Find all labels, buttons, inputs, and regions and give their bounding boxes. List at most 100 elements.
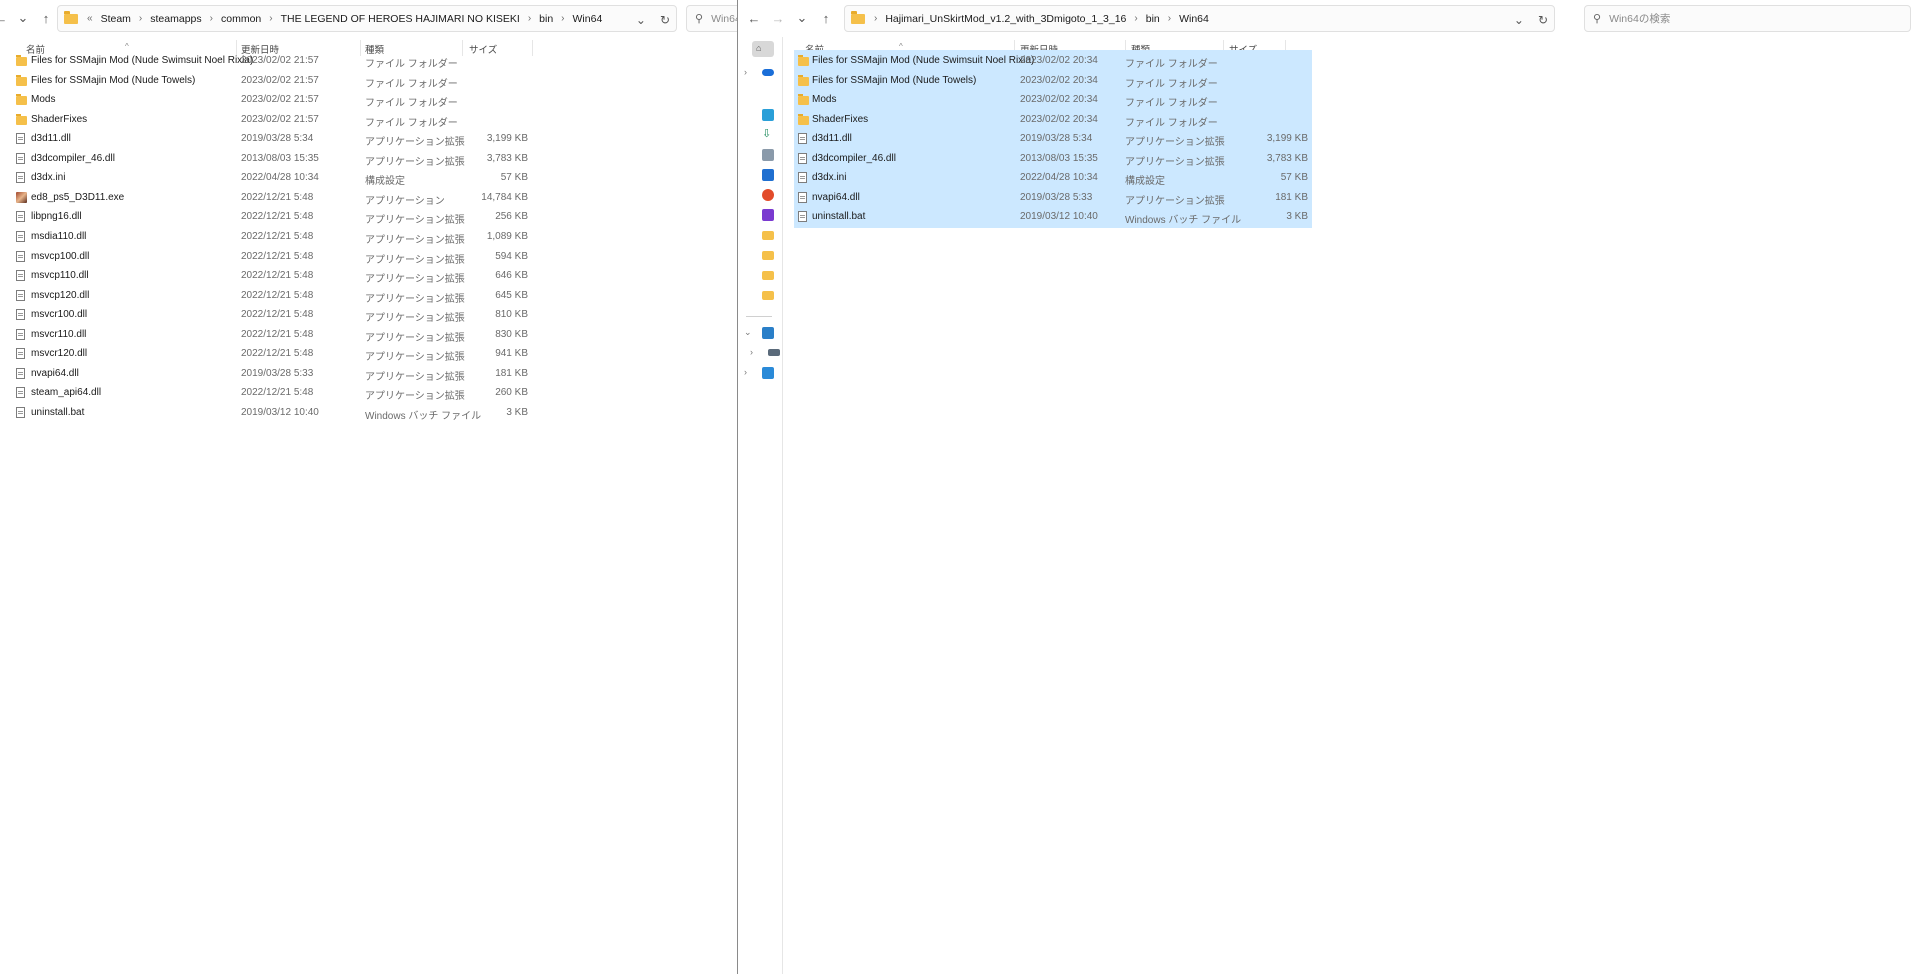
nav-pictures[interactable]	[744, 167, 784, 183]
cell-type: ファイル フォルダー	[365, 78, 458, 90]
nav-folder-3[interactable]	[744, 267, 784, 283]
nav-network[interactable]: ›	[744, 365, 784, 381]
up-button[interactable]: ↑	[35, 8, 57, 28]
search-input[interactable]: ⚲ Win64の検索	[1584, 5, 1911, 32]
folder-icon	[798, 94, 809, 106]
cell-date: 2022/12/21 5:48	[241, 289, 314, 301]
recent-locations-button[interactable]: ⌄	[791, 8, 813, 28]
breadcrumb-item[interactable]: Hajimari_UnSkirtMod_v1.2_with_3Dmigoto_1…	[882, 13, 1129, 25]
breadcrumb: Hajimari_UnSkirtMod_v1.2_with_3Dmigoto_1…	[882, 13, 1212, 25]
up-button[interactable]: ↑	[815, 8, 837, 28]
refresh-icon[interactable]: ↻	[660, 13, 670, 27]
cell-date: 2023/02/02 20:34	[1020, 94, 1098, 106]
address-bar[interactable]: « Steam › steamapps › common › THE LEGEND OF H…	[57, 5, 677, 32]
breadcrumb-separator[interactable]: ›	[556, 13, 569, 24]
cell-type: ファイル フォルダー	[1125, 98, 1218, 110]
desktop-icon	[762, 109, 774, 121]
cell-name: Files for SSMajin Mod (Nude Towels)	[31, 74, 196, 86]
cell-size: 830 KB	[495, 328, 528, 340]
breadcrumb-item[interactable]: Win64	[570, 13, 606, 25]
cell-size: 3,783 KB	[1266, 152, 1308, 164]
breadcrumb-item[interactable]: bin	[536, 13, 556, 25]
search-placeholder: Win64の検索	[1609, 13, 1671, 25]
file-row[interactable]: uninstall.bat 2019/03/12 10:40 Windows バッチ…	[12, 402, 532, 424]
folder-icon	[851, 10, 865, 24]
breadcrumb-item[interactable]: Win64	[1176, 13, 1212, 25]
forward-button[interactable]: →	[767, 8, 789, 28]
nav-videos[interactable]	[744, 207, 784, 223]
chevron-down-icon: ⌄	[17, 10, 29, 25]
cell-type: アプリケーション拡張	[365, 254, 465, 266]
nav-downloads[interactable]: ⇩	[744, 127, 784, 143]
pc-icon	[762, 327, 774, 339]
cell-type: アプリケーション拡張	[365, 293, 465, 305]
file-icon	[16, 230, 25, 242]
file-icon	[798, 133, 807, 145]
cell-date: 2019/03/28 5:33	[241, 367, 314, 379]
cell-type: アプリケーション拡張	[1125, 156, 1225, 168]
cell-date: 2019/03/28 5:34	[241, 133, 314, 145]
nav-folder-4[interactable]	[744, 287, 784, 303]
breadcrumb-item[interactable]: steamapps	[147, 13, 204, 25]
back-arrow-icon: ←	[747, 10, 761, 26]
navigation-pane: ⌂ › ⇩ ⌄ › ›	[738, 37, 783, 974]
breadcrumb-separator[interactable]: ›	[205, 13, 218, 24]
cell-size: 14,784 KB	[481, 191, 528, 203]
nav-desktop[interactable]	[744, 107, 784, 123]
explorer-window-left: ← ⌄ ↑ « Steam › steamapps › common › THE LEGEN…	[0, 0, 737, 974]
nav-onedrive[interactable]: ›	[744, 65, 784, 81]
breadcrumb-item[interactable]: Steam	[98, 13, 134, 25]
cell-name: msvcr120.dll	[31, 348, 88, 360]
cell-name: msvcr110.dll	[31, 328, 87, 340]
breadcrumb-item[interactable]: THE LEGEND OF HEROES HAJIMARI NO KISEKI	[278, 13, 523, 25]
nav-music[interactable]	[744, 187, 784, 203]
folder-icon	[762, 251, 774, 260]
chevron-right-icon: ›	[750, 347, 753, 357]
cell-date: 2019/03/28 5:34	[1020, 133, 1093, 145]
breadcrumb-separator[interactable]: ›	[134, 13, 147, 24]
cell-type: アプリケーション拡張	[1125, 137, 1225, 149]
address-dropdown-icon[interactable]: ⌄	[636, 13, 646, 27]
nav-folder-2[interactable]	[744, 247, 784, 263]
breadcrumb-item[interactable]: bin	[1143, 13, 1163, 25]
cell-size: 646 KB	[495, 270, 528, 282]
file-icon	[16, 250, 25, 262]
search-input[interactable]: ⚲ Win64	[686, 5, 737, 32]
breadcrumb-item[interactable]: common	[218, 13, 264, 25]
nav-documents[interactable]	[744, 147, 784, 163]
back-button[interactable]: ←	[743, 8, 765, 28]
nav-this-pc[interactable]: ⌄	[744, 325, 784, 341]
cell-name: ShaderFixes	[31, 113, 88, 125]
folder-icon	[762, 291, 774, 300]
refresh-icon[interactable]: ↻	[1538, 13, 1548, 27]
cell-size: 181 KB	[1275, 191, 1308, 203]
cell-date: 2022/04/28 10:34	[241, 172, 319, 184]
breadcrumb-separator[interactable]: ›	[523, 13, 536, 24]
address-dropdown-icon[interactable]: ⌄	[1514, 13, 1524, 27]
nav-folder-1[interactable]	[744, 227, 784, 243]
cell-date: 2023/02/02 21:57	[241, 55, 319, 66]
cell-type: ファイル フォルダー	[1125, 117, 1218, 129]
address-bar[interactable]: › Hajimari_UnSkirtMod_v1.2_with_3Dmigoto…	[844, 5, 1555, 32]
recent-locations-button[interactable]: ⌄	[12, 8, 34, 28]
nav-drive[interactable]: ›	[750, 345, 790, 361]
cell-type: 構成設定	[1125, 176, 1165, 188]
breadcrumb-separator[interactable]: ›	[1129, 13, 1142, 24]
cell-date: 2023/02/02 21:57	[241, 94, 319, 106]
column-divider[interactable]	[532, 40, 533, 56]
search-icon: ⚲	[695, 13, 704, 25]
cell-name: d3dcompiler_46.dll	[812, 152, 896, 164]
folder-icon	[798, 74, 809, 86]
file-row[interactable]: uninstall.bat 2019/03/12 10:40 Windows バッチ…	[794, 206, 1312, 229]
cell-type: アプリケーション拡張	[365, 156, 465, 168]
up-arrow-icon: ↑	[822, 10, 830, 26]
overflow-marker[interactable]: «	[82, 13, 98, 24]
breadcrumb-separator[interactable]: ›	[1163, 13, 1176, 24]
breadcrumb-separator[interactable]: ›	[264, 13, 277, 24]
nav-home[interactable]: ⌂	[752, 41, 774, 57]
home-icon: ⌂	[756, 43, 762, 53]
cell-type: Windows バッチ ファイル	[1125, 215, 1242, 227]
back-button[interactable]: ←	[0, 8, 12, 28]
cell-date: 2013/08/03 15:35	[241, 152, 319, 164]
cell-name: libpng16.dll	[31, 211, 82, 223]
